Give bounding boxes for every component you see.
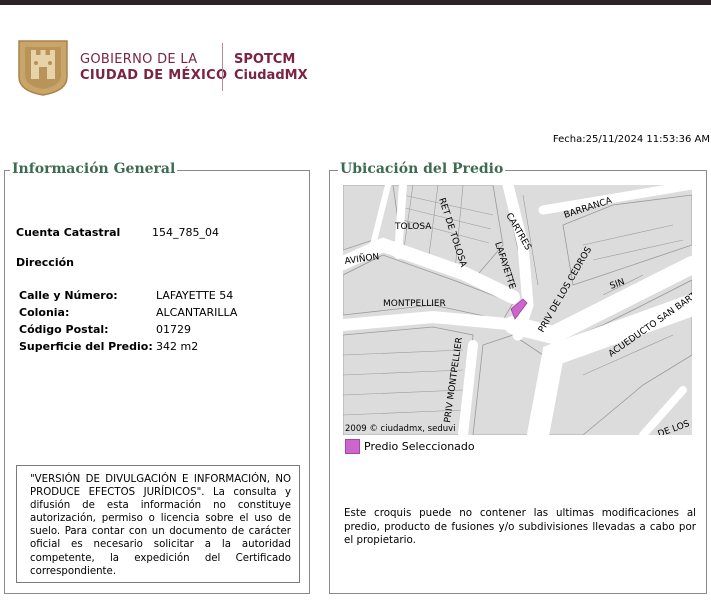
location-map[interactable]: CARTRES BARRANCA TOLOSA RET DE TOLOSA AV…	[343, 185, 692, 435]
predio-swatch	[345, 439, 360, 454]
map-copyright: 2009 © ciudadmx, seduvi	[345, 424, 456, 434]
app-name-line1: SPOTCM	[234, 52, 296, 67]
codigo-postal-label: Código Postal:	[19, 323, 109, 336]
codigo-postal-value: 01729	[156, 323, 191, 336]
superficie-value: 342 m2	[156, 340, 199, 353]
logo-divider	[222, 43, 223, 91]
colonia-label: Colonia:	[19, 306, 70, 319]
cuenta-catastral-label: Cuenta Catastral	[16, 226, 121, 239]
gov-name-line2: CIUDAD DE MÉXICO	[80, 68, 228, 83]
map-disclaimer: Este croquis puede no contener las ultim…	[344, 507, 696, 547]
app-name-line2: CiudadMX	[234, 68, 308, 83]
top-bar	[0, 0, 711, 5]
colonia-value: ALCANTARILLA	[156, 306, 238, 319]
legal-notice: "VERSIÓN DE DIVULGACIÓN E INFORMACIÓN, N…	[16, 465, 300, 583]
ubicacion-panel: Ubicación del Predio CARTRES BARRANCA TO…	[329, 161, 707, 594]
info-general-title: Información General	[10, 161, 178, 177]
info-general-panel: Información General Cuenta Catastral 154…	[4, 161, 310, 594]
predio-legend-label: Predio Seleccionado	[364, 440, 475, 453]
map-label-montpellier: MONTPELLIER	[383, 299, 446, 309]
report-date: Fecha:25/11/2024 11:53:36 AM	[552, 134, 710, 145]
ubicacion-title: Ubicación del Predio	[338, 161, 506, 177]
map-label-tolosa: TOLOSA	[394, 222, 432, 232]
superficie-label: Superficie del Predio:	[19, 340, 153, 353]
calle-label: Calle y Número:	[19, 289, 118, 302]
calle-value: LAFAYETTE 54	[156, 289, 234, 302]
cdmx-emblem-icon	[18, 40, 68, 96]
direccion-label: Dirección	[16, 256, 74, 269]
gov-name-line1: GOBIERNO DE LA	[80, 52, 198, 67]
cuenta-catastral-value: 154_785_04	[152, 226, 219, 239]
